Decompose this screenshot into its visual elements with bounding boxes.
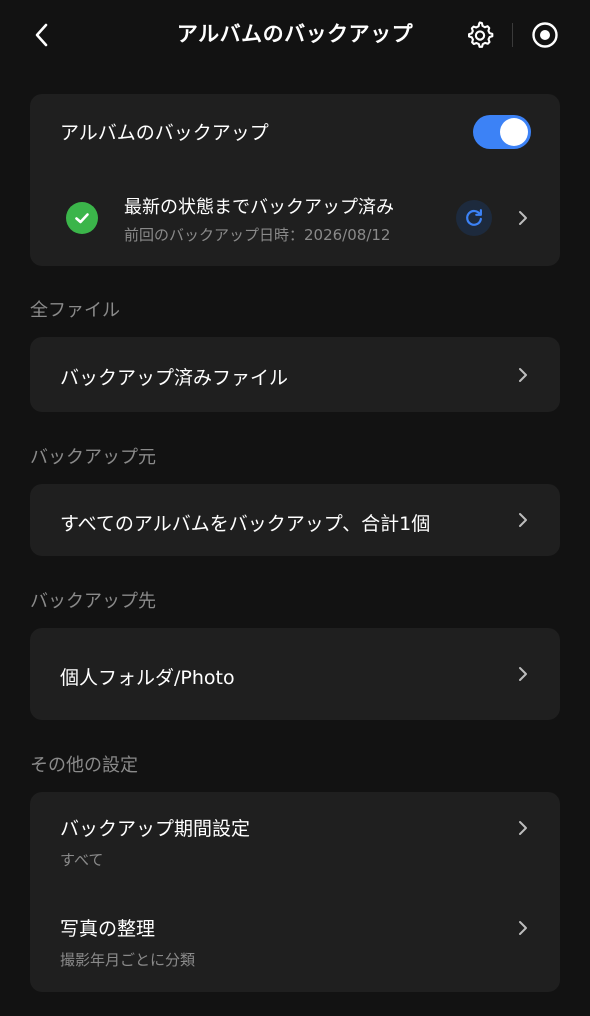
gear-icon	[468, 21, 494, 48]
status-subtitle: 前回のバックアップ日時：2026/08/12	[124, 226, 391, 244]
success-check-badge	[66, 202, 98, 234]
backup-destination-value: 個人フォルダ/Photo	[60, 667, 235, 689]
backup-period-value: すべて	[60, 851, 104, 869]
top-bar: アルバムのバックアップ	[0, 0, 590, 70]
refresh-button[interactable]	[456, 200, 492, 236]
section-label-source: バックアップ元	[30, 447, 156, 468]
backup-destination-row[interactable]: 個人フォルダ/Photo	[30, 628, 560, 720]
backup-card: アルバムのバックアップ 最新の状態までバックアップ済み 前回のバックアップ日時：…	[30, 94, 560, 266]
section-label-destination: バックアップ先	[30, 591, 156, 612]
other-settings-card: バックアップ期間設定 すべて 写真の整理 撮影年月ごとに分類	[30, 792, 560, 992]
chevron-right-icon	[519, 211, 527, 225]
organize-photos-value: 撮影年月ごとに分類	[60, 951, 196, 969]
backup-period-title: バックアップ期間設定	[60, 818, 251, 840]
chevron-right-icon	[519, 821, 527, 835]
chevron-right-icon	[519, 667, 527, 681]
status-title: 最新の状態までバックアップ済み	[124, 197, 394, 218]
section-label-all-files: 全ファイル	[30, 300, 120, 321]
chevron-right-icon	[519, 921, 527, 935]
record-button[interactable]	[527, 17, 563, 53]
backup-source-value: すべてのアルバムをバックアップ、合計1個	[60, 513, 431, 535]
backup-period-row[interactable]: バックアップ期間設定 すべて	[30, 792, 560, 892]
organize-photos-row[interactable]: 写真の整理 撮影年月ごとに分類	[30, 892, 560, 992]
backed-up-files-row[interactable]: バックアップ済みファイル	[30, 337, 560, 412]
settings-button[interactable]	[462, 17, 498, 53]
record-icon	[532, 22, 558, 48]
check-icon	[75, 213, 89, 224]
backup-source-row[interactable]: すべてのアルバムをバックアップ、合計1個	[30, 484, 560, 556]
backup-toggle[interactable]	[473, 115, 531, 149]
organize-photos-title: 写真の整理	[60, 918, 156, 940]
page-title: アルバムのバックアップ	[176, 22, 414, 46]
section-label-other-settings: その他の設定	[30, 755, 138, 776]
chevron-right-icon	[519, 513, 527, 527]
backed-up-files-label: バックアップ済みファイル	[60, 367, 289, 389]
backup-toggle-label: アルバムのバックアップ	[60, 122, 269, 144]
refresh-icon	[466, 209, 482, 226]
header-divider	[512, 23, 513, 47]
chevron-right-icon	[519, 368, 527, 382]
toggle-knob	[500, 118, 528, 146]
